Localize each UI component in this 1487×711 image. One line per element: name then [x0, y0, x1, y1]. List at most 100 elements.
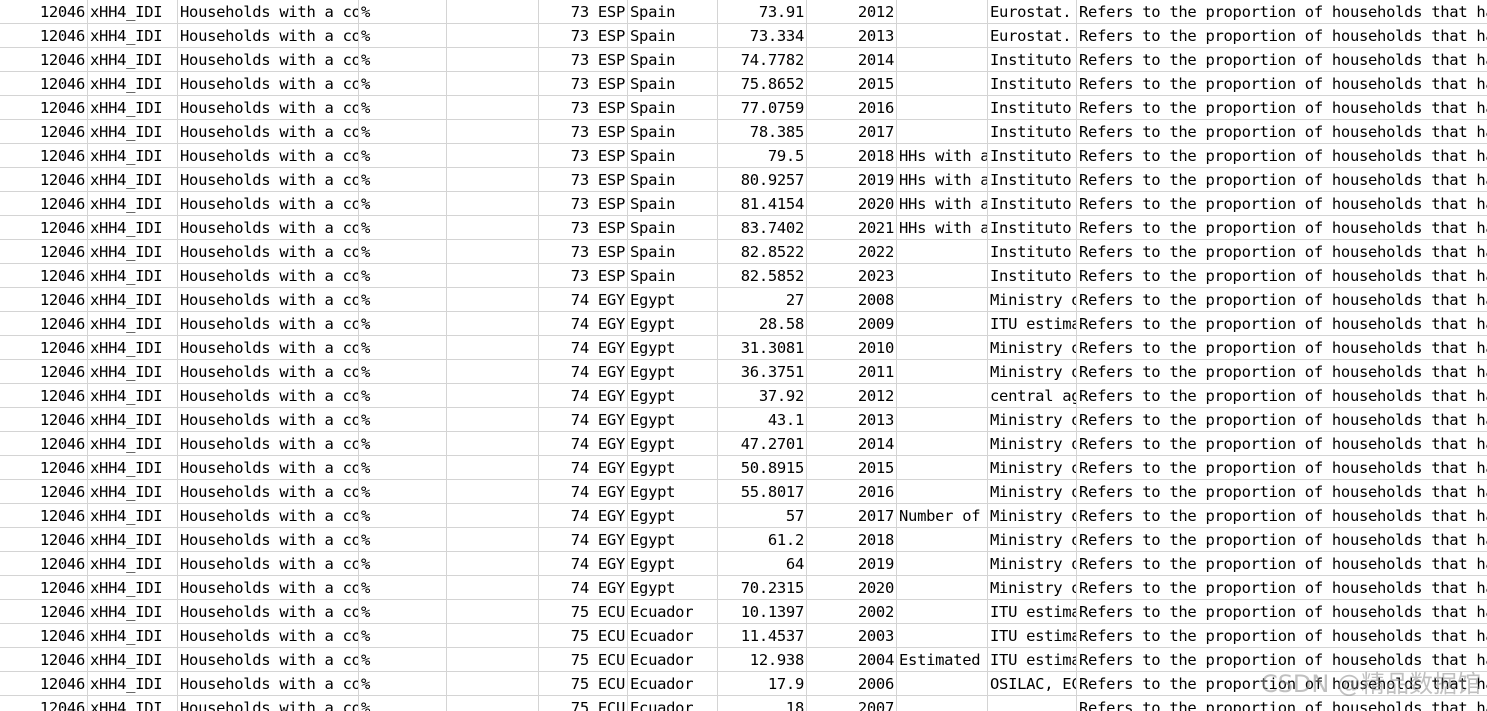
- cell-country[interactable]: Egypt: [628, 312, 718, 336]
- cell-year[interactable]: 2020: [807, 576, 897, 600]
- cell-indicator-code[interactable]: xHH4_IDI: [88, 432, 178, 456]
- cell-unit[interactable]: %: [359, 336, 447, 360]
- cell-empty[interactable]: [447, 432, 539, 456]
- cell-indicator-name[interactable]: Households with a co: [178, 696, 359, 711]
- cell-note[interactable]: [897, 696, 988, 711]
- cell-value[interactable]: 64: [718, 552, 807, 576]
- cell-indicator-id[interactable]: 12046: [0, 408, 88, 432]
- cell-indicator-code[interactable]: xHH4_IDI: [88, 288, 178, 312]
- cell-country-code[interactable]: 74 EGY: [539, 504, 628, 528]
- cell-indicator-code[interactable]: xHH4_IDI: [88, 24, 178, 48]
- cell-definition[interactable]: Refers to the proportion of households t…: [1077, 504, 1487, 528]
- cell-country-code[interactable]: 73 ESP: [539, 216, 628, 240]
- cell-year[interactable]: 2014: [807, 48, 897, 72]
- cell-indicator-id[interactable]: 12046: [0, 0, 88, 24]
- cell-country[interactable]: Egypt: [628, 456, 718, 480]
- cell-value[interactable]: 57: [718, 504, 807, 528]
- cell-indicator-code[interactable]: xHH4_IDI: [88, 672, 178, 696]
- cell-indicator-name[interactable]: Households with a co: [178, 432, 359, 456]
- cell-country-code[interactable]: 74 EGY: [539, 528, 628, 552]
- cell-country-code[interactable]: 74 EGY: [539, 336, 628, 360]
- cell-source[interactable]: Ministry o: [988, 360, 1077, 384]
- cell-country-code[interactable]: 75 ECU: [539, 648, 628, 672]
- cell-country[interactable]: Egypt: [628, 336, 718, 360]
- cell-indicator-id[interactable]: 12046: [0, 504, 88, 528]
- cell-empty[interactable]: [447, 168, 539, 192]
- cell-definition[interactable]: Refers to the proportion of households t…: [1077, 72, 1487, 96]
- cell-source[interactable]: Eurostat.: [988, 0, 1077, 24]
- cell-country-code[interactable]: 73 ESP: [539, 120, 628, 144]
- cell-unit[interactable]: %: [359, 192, 447, 216]
- cell-unit[interactable]: %: [359, 432, 447, 456]
- cell-unit[interactable]: %: [359, 480, 447, 504]
- cell-country-code[interactable]: 75 ECU: [539, 600, 628, 624]
- cell-year[interactable]: 2017: [807, 504, 897, 528]
- cell-country[interactable]: Spain: [628, 72, 718, 96]
- cell-indicator-id[interactable]: 12046: [0, 624, 88, 648]
- cell-indicator-name[interactable]: Households with a co: [178, 120, 359, 144]
- cell-indicator-code[interactable]: xHH4_IDI: [88, 456, 178, 480]
- cell-country[interactable]: Spain: [628, 192, 718, 216]
- cell-value[interactable]: 10.1397: [718, 600, 807, 624]
- cell-indicator-code[interactable]: xHH4_IDI: [88, 576, 178, 600]
- cell-note[interactable]: [897, 24, 988, 48]
- cell-indicator-code[interactable]: xHH4_IDI: [88, 240, 178, 264]
- cell-country[interactable]: Spain: [628, 144, 718, 168]
- cell-value[interactable]: 28.58: [718, 312, 807, 336]
- cell-definition[interactable]: Refers to the proportion of households t…: [1077, 360, 1487, 384]
- cell-empty[interactable]: [447, 480, 539, 504]
- cell-value[interactable]: 75.8652: [718, 72, 807, 96]
- cell-indicator-name[interactable]: Households with a co: [178, 48, 359, 72]
- cell-definition[interactable]: Refers to the proportion of households t…: [1077, 192, 1487, 216]
- cell-indicator-id[interactable]: 12046: [0, 576, 88, 600]
- cell-indicator-id[interactable]: 12046: [0, 384, 88, 408]
- cell-indicator-code[interactable]: xHH4_IDI: [88, 264, 178, 288]
- cell-unit[interactable]: %: [359, 696, 447, 711]
- cell-definition[interactable]: Refers to the proportion of households t…: [1077, 576, 1487, 600]
- cell-value[interactable]: 77.0759: [718, 96, 807, 120]
- cell-year[interactable]: 2012: [807, 0, 897, 24]
- cell-country[interactable]: Ecuador: [628, 672, 718, 696]
- cell-country[interactable]: Egypt: [628, 384, 718, 408]
- cell-value[interactable]: 31.3081: [718, 336, 807, 360]
- cell-country-code[interactable]: 75 ECU: [539, 624, 628, 648]
- cell-year[interactable]: 2011: [807, 360, 897, 384]
- cell-note[interactable]: [897, 672, 988, 696]
- cell-indicator-name[interactable]: Households with a co: [178, 240, 359, 264]
- cell-empty[interactable]: [447, 672, 539, 696]
- cell-empty[interactable]: [447, 408, 539, 432]
- cell-source[interactable]: Ministry o: [988, 552, 1077, 576]
- cell-year[interactable]: 2004: [807, 648, 897, 672]
- cell-indicator-name[interactable]: Households with a co: [178, 480, 359, 504]
- cell-country-code[interactable]: 73 ESP: [539, 168, 628, 192]
- cell-source[interactable]: Instituto: [988, 72, 1077, 96]
- cell-source[interactable]: Instituto: [988, 96, 1077, 120]
- cell-indicator-code[interactable]: xHH4_IDI: [88, 504, 178, 528]
- cell-source[interactable]: Ministry o: [988, 408, 1077, 432]
- cell-empty[interactable]: [447, 600, 539, 624]
- cell-source[interactable]: ITU estima: [988, 600, 1077, 624]
- cell-year[interactable]: 2010: [807, 336, 897, 360]
- cell-country-code[interactable]: 73 ESP: [539, 192, 628, 216]
- cell-indicator-code[interactable]: xHH4_IDI: [88, 192, 178, 216]
- cell-country[interactable]: Spain: [628, 216, 718, 240]
- cell-country[interactable]: Egypt: [628, 408, 718, 432]
- cell-value[interactable]: 18: [718, 696, 807, 711]
- cell-unit[interactable]: %: [359, 264, 447, 288]
- cell-source[interactable]: OSILAC, EC: [988, 672, 1077, 696]
- cell-unit[interactable]: %: [359, 624, 447, 648]
- cell-value[interactable]: 80.9257: [718, 168, 807, 192]
- cell-indicator-name[interactable]: Households with a co: [178, 312, 359, 336]
- cell-definition[interactable]: Refers to the proportion of households t…: [1077, 408, 1487, 432]
- cell-value[interactable]: 36.3751: [718, 360, 807, 384]
- cell-indicator-name[interactable]: Households with a co: [178, 72, 359, 96]
- cell-definition[interactable]: Refers to the proportion of households t…: [1077, 696, 1487, 711]
- cell-unit[interactable]: %: [359, 408, 447, 432]
- cell-year[interactable]: 2014: [807, 432, 897, 456]
- cell-source[interactable]: Instituto: [988, 240, 1077, 264]
- cell-country[interactable]: Egypt: [628, 480, 718, 504]
- cell-indicator-code[interactable]: xHH4_IDI: [88, 480, 178, 504]
- cell-note[interactable]: [897, 264, 988, 288]
- cell-unit[interactable]: %: [359, 384, 447, 408]
- cell-source[interactable]: Instituto: [988, 264, 1077, 288]
